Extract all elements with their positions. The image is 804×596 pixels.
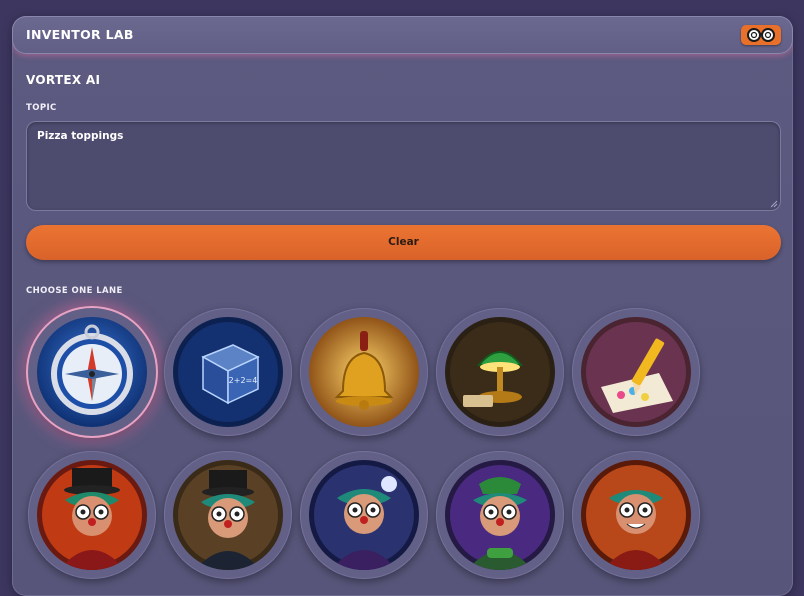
clear-button[interactable]: Clear [26,225,781,260]
bell-icon [309,317,419,427]
compass-icon [37,317,147,427]
topic-value: Pizza toppings [37,130,124,142]
window-title: INVENTOR LAB [26,27,134,42]
avatar-tile-showman[interactable] [572,451,700,579]
avatar-tile-thinker[interactable] [300,451,428,579]
ringmaster-avatar-icon [37,460,147,570]
desk-lamp-icon [445,317,555,427]
avatar-tile-ringmaster[interactable] [28,451,156,579]
showman-avatar-icon [581,460,691,570]
lane-tile-pencil[interactable] [572,308,700,436]
lane-tile-dice[interactable]: 2+2=4 [164,308,292,436]
app-name: VORTEX AI [26,73,101,87]
svg-text:2+2=4: 2+2=4 [229,376,258,385]
lane-tile-lamp[interactable] [436,308,564,436]
topic-textarea[interactable]: Pizza toppings [26,121,781,211]
dice-cube-icon: 2+2=4 [173,317,283,427]
topic-label: TOPIC [26,103,57,113]
avatar-tile-professor[interactable] [164,451,292,579]
glasses-icon [747,28,775,42]
choose-lane-label: CHOOSE ONE LANE [26,286,123,296]
thinker-avatar-icon [309,460,419,570]
avatar-tile-gamer[interactable] [436,451,564,579]
pencil-sketch-icon [581,317,691,427]
lane-tile-compass[interactable] [28,308,156,436]
glasses-button[interactable] [741,25,781,45]
lane-tile-bell[interactable] [300,308,428,436]
professor-avatar-icon [173,460,283,570]
title-bar: INVENTOR LAB [12,16,793,54]
resize-grip-icon[interactable] [770,200,778,208]
gamer-avatar-icon [445,460,555,570]
app-window: INVENTOR LAB VORTEX AI TOPIC Pizza toppi… [12,16,793,596]
